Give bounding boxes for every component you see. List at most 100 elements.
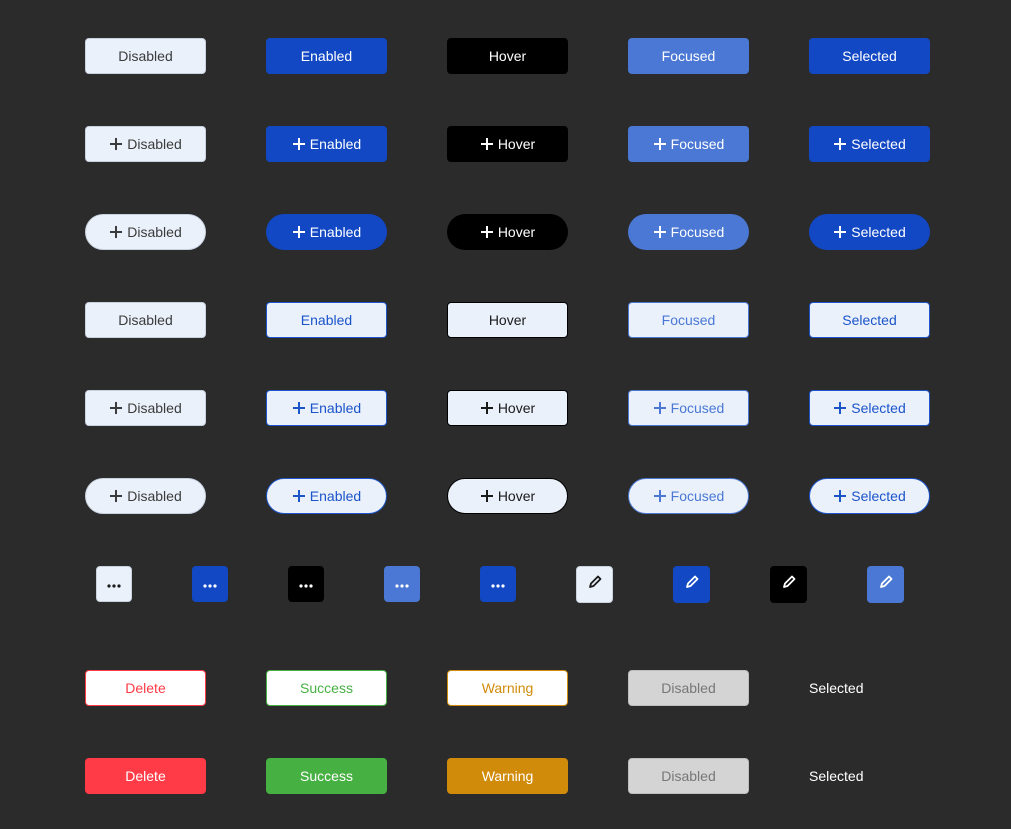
button-label: Selected bbox=[842, 48, 897, 64]
enabled-outline-add-button[interactable]: Enabled bbox=[266, 390, 387, 426]
plus-icon bbox=[292, 489, 306, 503]
plus-icon bbox=[833, 137, 847, 151]
focused-outline-button[interactable]: Focused bbox=[628, 302, 749, 338]
warning-filled-button[interactable]: Warning bbox=[447, 758, 568, 794]
more-horizontal-icon bbox=[395, 575, 409, 593]
button-label: Disabled bbox=[127, 136, 182, 152]
selected-text-filled-button[interactable]: Selected bbox=[809, 758, 863, 794]
enabled-outline-pill-button[interactable]: Enabled bbox=[266, 478, 387, 514]
button-label: Selected bbox=[851, 224, 906, 240]
disabled-gray-button[interactable]: Disabled bbox=[628, 670, 749, 706]
focused-button[interactable]: Focused bbox=[628, 38, 749, 74]
selected-more-button[interactable] bbox=[480, 566, 516, 602]
hover-pill-add-button[interactable]: Hover bbox=[447, 214, 568, 250]
button-label: Focused bbox=[670, 224, 725, 240]
hover-outline-pill-button[interactable]: Hover bbox=[447, 478, 568, 514]
enabled-more-button[interactable] bbox=[192, 566, 228, 602]
pencil-icon bbox=[781, 574, 797, 595]
hover-outline-add-button[interactable]: Hover bbox=[447, 390, 568, 426]
plus-icon bbox=[653, 225, 667, 239]
disabled-add-button[interactable]: Disabled bbox=[85, 126, 206, 162]
enabled-pill-add-button[interactable]: Enabled bbox=[266, 214, 387, 250]
button-label: Hover bbox=[497, 224, 536, 240]
button-label: Enabled bbox=[309, 224, 362, 240]
plus-icon bbox=[653, 137, 667, 151]
disabled-edit-button[interactable] bbox=[576, 566, 613, 603]
plus-icon bbox=[480, 401, 494, 415]
plus-icon bbox=[292, 137, 306, 151]
more-horizontal-icon bbox=[299, 575, 313, 593]
plus-icon bbox=[109, 401, 123, 415]
button-label: Success bbox=[300, 680, 353, 696]
selected-outline-pill-button[interactable]: Selected bbox=[809, 478, 930, 514]
enabled-outline-button[interactable]: Enabled bbox=[266, 302, 387, 338]
plus-icon bbox=[653, 401, 667, 415]
warning-outline-button[interactable]: Warning bbox=[447, 670, 568, 706]
focused-outline-add-button[interactable]: Focused bbox=[628, 390, 749, 426]
hover-button[interactable]: Hover bbox=[447, 38, 568, 74]
focused-more-button[interactable] bbox=[384, 566, 420, 602]
button-label: Warning bbox=[481, 680, 534, 696]
enabled-edit-button[interactable] bbox=[673, 566, 710, 603]
button-label: Hover bbox=[488, 312, 527, 328]
disabled-outline-add-button[interactable]: Disabled bbox=[85, 390, 206, 426]
selected-button[interactable]: Selected bbox=[809, 38, 930, 74]
selected-outline-button[interactable]: Selected bbox=[809, 302, 930, 338]
more-horizontal-icon bbox=[107, 575, 121, 593]
more-horizontal-icon bbox=[203, 575, 217, 593]
button-label: Hover bbox=[497, 136, 536, 152]
button-label: Delete bbox=[125, 680, 166, 696]
selected-pill-add-button[interactable]: Selected bbox=[809, 214, 930, 250]
button-label: Selected bbox=[851, 488, 906, 504]
button-label: Disabled bbox=[127, 224, 182, 240]
selected-text-button[interactable]: Selected bbox=[809, 670, 863, 706]
button-label: Selected bbox=[851, 136, 906, 152]
success-filled-button[interactable]: Success bbox=[266, 758, 387, 794]
delete-filled-button[interactable]: Delete bbox=[85, 758, 206, 794]
plus-icon bbox=[833, 489, 847, 503]
button-label: Selected bbox=[851, 400, 906, 416]
button-label: Enabled bbox=[309, 400, 362, 416]
button-label: Hover bbox=[488, 48, 527, 64]
enabled-button[interactable]: Enabled bbox=[266, 38, 387, 74]
button-label: Disabled bbox=[118, 312, 173, 328]
hover-edit-button[interactable] bbox=[770, 566, 807, 603]
button-label: Success bbox=[300, 768, 353, 784]
button-label: Selected bbox=[809, 768, 864, 784]
plus-icon bbox=[109, 225, 123, 239]
button-label: Delete bbox=[125, 768, 166, 784]
button-label: Disabled bbox=[661, 768, 716, 784]
button-label: Focused bbox=[661, 48, 716, 64]
focused-edit-button[interactable] bbox=[867, 566, 904, 603]
plus-icon bbox=[653, 489, 667, 503]
plus-icon bbox=[109, 489, 123, 503]
button-label: Enabled bbox=[309, 136, 362, 152]
disabled-pill-add-button[interactable]: Disabled bbox=[85, 214, 206, 250]
plus-icon bbox=[833, 401, 847, 415]
hover-add-button[interactable]: Hover bbox=[447, 126, 568, 162]
disabled-more-button[interactable] bbox=[96, 566, 132, 602]
focused-add-button[interactable]: Focused bbox=[628, 126, 749, 162]
selected-add-button[interactable]: Selected bbox=[809, 126, 930, 162]
button-label: Focused bbox=[670, 488, 725, 504]
focused-pill-add-button[interactable]: Focused bbox=[628, 214, 749, 250]
delete-outline-button[interactable]: Delete bbox=[85, 670, 206, 706]
enabled-add-button[interactable]: Enabled bbox=[266, 126, 387, 162]
plus-icon bbox=[833, 225, 847, 239]
hover-outline-button[interactable]: Hover bbox=[447, 302, 568, 338]
plus-icon bbox=[480, 137, 494, 151]
button-label: Disabled bbox=[661, 680, 716, 696]
success-outline-button[interactable]: Success bbox=[266, 670, 387, 706]
hover-more-button[interactable] bbox=[288, 566, 324, 602]
button-label: Hover bbox=[497, 400, 536, 416]
disabled-outline-button[interactable]: Disabled bbox=[85, 302, 206, 338]
plus-icon bbox=[109, 137, 123, 151]
selected-outline-add-button[interactable]: Selected bbox=[809, 390, 930, 426]
disabled-gray-filled-button[interactable]: Disabled bbox=[628, 758, 749, 794]
button-label: Selected bbox=[842, 312, 897, 328]
focused-outline-pill-button[interactable]: Focused bbox=[628, 478, 749, 514]
button-label: Focused bbox=[670, 400, 725, 416]
disabled-button[interactable]: Disabled bbox=[85, 38, 206, 74]
disabled-outline-pill-button[interactable]: Disabled bbox=[85, 478, 206, 514]
button-label: Enabled bbox=[300, 48, 353, 64]
